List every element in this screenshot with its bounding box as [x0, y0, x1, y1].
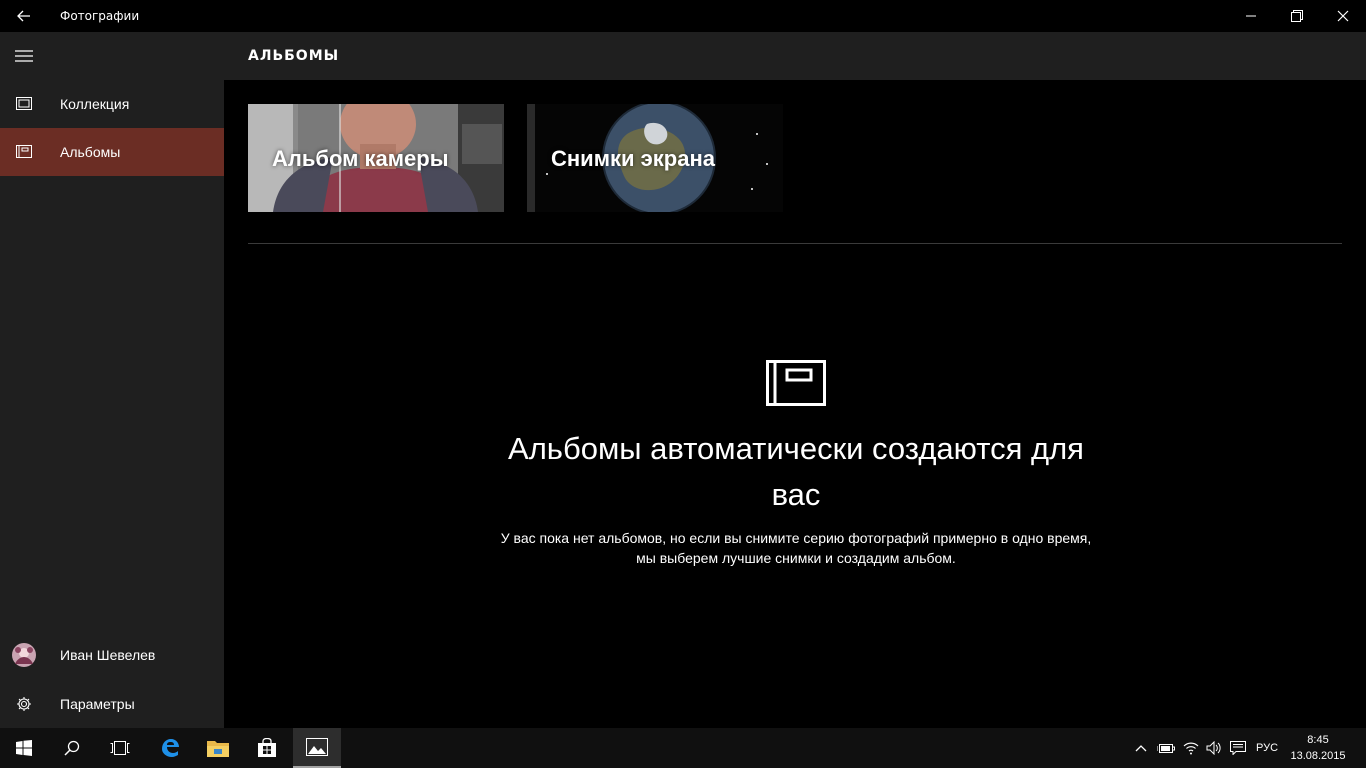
collection-icon	[16, 97, 32, 110]
minimize-icon	[1246, 15, 1256, 17]
page-title: АЛЬБОМЫ	[248, 48, 340, 64]
hamburger-menu-button[interactable]	[0, 32, 48, 80]
sidebar-item-label: Параметры	[60, 696, 135, 712]
edge-icon	[162, 739, 179, 757]
back-arrow-icon	[17, 10, 30, 22]
page-header: АЛЬБОМЫ	[224, 32, 1366, 80]
search-icon	[64, 740, 80, 756]
minimize-button[interactable]	[1228, 0, 1274, 32]
close-icon	[1337, 10, 1349, 22]
battery-button[interactable]	[1156, 728, 1176, 768]
network-button[interactable]	[1181, 728, 1201, 768]
gear-icon	[17, 697, 31, 711]
album-tile-camera[interactable]: Альбом камеры	[248, 104, 504, 212]
sidebar-item-label: Коллекция	[60, 96, 130, 112]
close-button[interactable]	[1320, 0, 1366, 32]
app-title: Фотографии	[60, 9, 140, 23]
clock-time: 8:45	[1307, 734, 1329, 746]
store-button[interactable]	[243, 728, 291, 768]
section-divider	[248, 243, 1342, 244]
clock-date: 13.08.2015	[1290, 750, 1346, 762]
sidebar-item-settings[interactable]: Параметры	[0, 680, 224, 728]
album-icon	[766, 360, 826, 406]
task-view-icon	[110, 741, 130, 755]
file-explorer-icon	[207, 741, 229, 757]
sidebar-item-albums[interactable]: Альбомы	[0, 128, 224, 176]
start-icon	[16, 740, 32, 756]
album-tile-screenshots[interactable]: Снимки экрана	[527, 104, 783, 212]
store-icon	[258, 738, 276, 757]
input-language[interactable]: РУС	[1256, 728, 1278, 768]
sidebar-item-collection[interactable]: Коллекция	[0, 80, 224, 128]
taskbar: РУС 8:45 13.08.2015	[0, 728, 1366, 768]
sidebar-item-user[interactable]: Иван Шевелев	[0, 631, 224, 679]
photos-icon	[306, 738, 328, 756]
album-title: Альбом камеры	[272, 146, 449, 171]
back-button[interactable]	[0, 0, 48, 32]
clock[interactable]: 8:45 13.08.2015	[1290, 732, 1346, 764]
notification-icon	[1230, 741, 1246, 755]
chevron-up-icon	[1135, 745, 1147, 752]
album-icon	[16, 145, 32, 158]
task-view-button[interactable]	[96, 728, 144, 768]
user-name: Иван Шевелев	[60, 647, 156, 663]
file-explorer-button[interactable]	[194, 728, 242, 768]
show-hidden-icons-button[interactable]	[1132, 728, 1150, 768]
hamburger-icon	[15, 50, 33, 62]
start-button[interactable]	[0, 728, 48, 768]
volume-button[interactable]	[1204, 728, 1224, 768]
search-button[interactable]	[48, 728, 96, 768]
restore-icon	[1291, 10, 1303, 22]
sidebar: Коллекция Альбомы Иван Шевелев Параметры	[0, 32, 224, 728]
battery-icon	[1157, 744, 1175, 753]
empty-state-description: У вас пока нет альбомов, но если вы сним…	[500, 530, 1092, 566]
edge-button[interactable]	[146, 728, 194, 768]
action-center-button[interactable]	[1228, 728, 1248, 768]
speaker-icon	[1206, 741, 1221, 755]
restore-button[interactable]	[1274, 0, 1320, 32]
sidebar-item-label: Альбомы	[60, 144, 121, 160]
photos-button[interactable]	[293, 728, 341, 768]
album-title: Снимки экрана	[551, 146, 715, 171]
empty-state-title: Альбомы автоматически создаются для вас	[508, 431, 1084, 512]
main-content: Альбом камеры Снимки экрана Альбомы авто…	[224, 80, 1366, 728]
avatar	[12, 643, 36, 667]
wifi-icon	[1183, 742, 1199, 755]
title-bar: Фотографии	[0, 0, 1366, 32]
